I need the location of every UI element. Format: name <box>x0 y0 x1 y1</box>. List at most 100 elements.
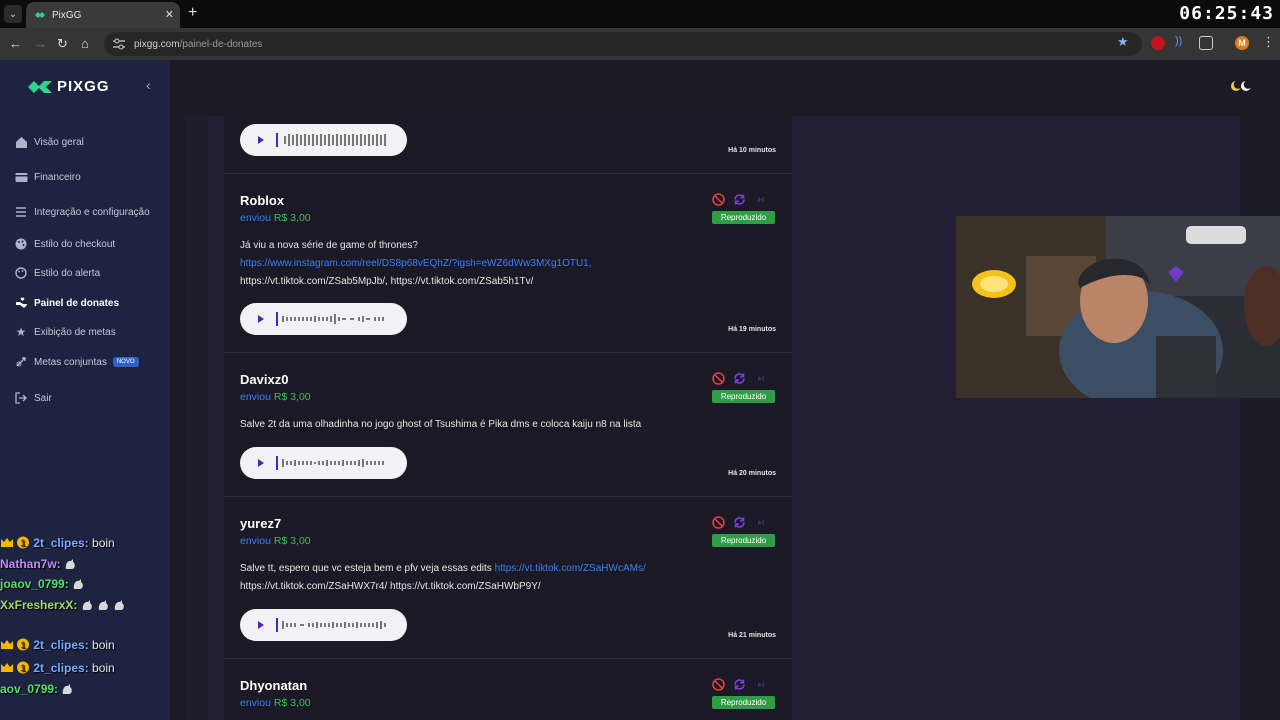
sidebar-item-financeiro[interactable]: Financeiro <box>14 170 81 184</box>
address-bar[interactable]: pixgg.com/painel-de-donates <box>104 32 1142 56</box>
home-icon[interactable]: ⌂ <box>81 36 89 51</box>
audio-player[interactable] <box>240 447 407 479</box>
replay-icon[interactable] <box>733 678 746 691</box>
new-tab-button[interactable]: + <box>188 4 197 22</box>
message-text: Salve tt, espero que vc esteja bem e pfv… <box>240 563 495 574</box>
target-icon <box>14 355 28 369</box>
sidebar-item-label: Estilo do alerta <box>34 267 101 279</box>
theme-toggle-icon[interactable] <box>1230 80 1252 92</box>
donation-actions <box>712 193 767 206</box>
profile-avatar[interactable]: M <box>1235 36 1249 50</box>
sidebar-item-integracao[interactable]: Integração e configuração <box>14 205 150 219</box>
browser-tab[interactable]: PixGG ✕ <box>26 2 180 28</box>
block-icon[interactable] <box>712 516 725 529</box>
donation-actions <box>712 516 767 529</box>
sidebar-item-label: Exibição de metas <box>34 326 116 338</box>
play-icon[interactable] <box>258 459 264 467</box>
donation-amount: R$ 3,00 <box>273 212 311 224</box>
reload-icon[interactable]: ↻ <box>57 36 68 52</box>
extension-wave-icon[interactable]: )) <box>1175 35 1189 49</box>
sidebar-item-estilo-alerta[interactable]: Estilo do alerta <box>14 266 100 280</box>
status-badge: Reproduzido <box>712 211 775 224</box>
donation-amount: R$ 3,00 <box>273 391 311 403</box>
skip-icon[interactable] <box>754 516 767 529</box>
donation-amount-line: enviou R$ 3,00 <box>240 697 311 709</box>
audio-player[interactable] <box>240 124 407 156</box>
donor-name: Dhyonatan <box>240 678 308 693</box>
cat-emote-icon <box>73 579 83 589</box>
browser-menu-icon[interactable]: ⋮ <box>1262 34 1275 50</box>
skip-icon[interactable] <box>754 372 767 385</box>
replay-icon[interactable] <box>733 193 746 206</box>
sidebar-item-label: Visão geral <box>34 136 84 148</box>
chat-line: XxFresherxX: <box>0 598 126 612</box>
replay-icon[interactable] <box>733 516 746 529</box>
brand-name: PIXGG <box>57 78 110 95</box>
donation-card: Há 10 minutos <box>224 116 792 174</box>
skip-icon[interactable] <box>754 193 767 206</box>
forward-icon[interactable]: → <box>34 36 47 51</box>
audio-waveform[interactable] <box>276 133 388 147</box>
sidebar-item-label: Painel de donates <box>34 297 120 309</box>
donation-card: Roblox enviou R$ 3,00 Reproduzido Já viu… <box>224 174 792 353</box>
donation-card: yurez7 enviou R$ 3,00 Reproduzido Salve … <box>224 497 792 659</box>
chat-badges-icon: 1 <box>1 536 29 549</box>
audio-player[interactable] <box>240 303 407 335</box>
skip-icon[interactable] <box>754 678 767 691</box>
sidebar-item-estilo-checkout[interactable]: Estilo do checkout <box>14 237 115 251</box>
donation-time: Há 10 minutos <box>728 147 776 154</box>
close-tab-icon[interactable]: ✕ <box>165 8 174 21</box>
url-host: pixgg.com <box>134 38 180 50</box>
settings-list-icon <box>14 205 28 219</box>
message-line: Salve tt, espero que vc esteja bem e pfv… <box>240 560 760 578</box>
status-badge: Reproduzido <box>712 696 775 709</box>
collapse-sidebar-icon[interactable]: ‹ <box>146 77 151 93</box>
donor-name: yurez7 <box>240 516 282 531</box>
audio-player[interactable] <box>240 609 407 641</box>
svg-text:1: 1 <box>20 538 25 548</box>
webcam-image <box>956 216 1280 398</box>
sidebar-item-exibicao-metas[interactable]: ★ Exibição de metas <box>14 325 116 339</box>
block-icon[interactable] <box>712 372 725 385</box>
tab-search-button[interactable]: ⌄ <box>4 5 22 23</box>
bookmark-star-icon[interactable]: ★ <box>1117 34 1129 50</box>
donation-actions <box>712 678 767 691</box>
sent-label: enviou <box>240 391 271 403</box>
donation-actions <box>712 372 767 385</box>
extensions-puzzle-icon[interactable] <box>1199 36 1213 50</box>
pixgg-logo[interactable]: PIXGG <box>27 78 110 95</box>
block-icon[interactable] <box>712 678 725 691</box>
site-info-icon[interactable] <box>112 38 126 50</box>
donation-message: Salve tt, espero que vc esteja bem e pfv… <box>240 560 760 596</box>
sent-label: enviou <box>240 212 271 224</box>
play-icon[interactable] <box>258 621 264 629</box>
chat-user: aov_0799: <box>0 682 59 696</box>
sidebar-item-metas-conjuntas[interactable]: Metas conjuntas NOVO <box>14 355 139 369</box>
block-icon[interactable] <box>712 193 725 206</box>
donation-card: Dhyonatan enviou R$ 3,00 Reproduzido <box>224 659 792 720</box>
sidebar-item-label: Estilo do checkout <box>34 238 116 250</box>
browser-tabbar: ⌄ PixGG ✕ + 06:25:43 <box>0 0 1280 28</box>
extension-record-icon[interactable] <box>1151 36 1165 50</box>
sidebar-item-sair[interactable]: Sair <box>14 391 52 405</box>
donation-list[interactable]: Há 10 minutos Roblox enviou R$ 3,00 Repr… <box>224 116 792 720</box>
chat-message: boin <box>92 661 115 675</box>
cat-emote-icon <box>98 600 108 610</box>
audio-waveform[interactable] <box>276 312 388 326</box>
chat-line: 1 2t_clipes: boin <box>0 661 115 675</box>
chat-user: 2t_clipes: <box>33 638 89 652</box>
replay-icon[interactable] <box>733 372 746 385</box>
sidebar-item-label: Sair <box>34 392 52 404</box>
message-link[interactable]: https://www.instagram.com/reel/DS8p68vEQ… <box>240 258 592 269</box>
play-icon[interactable] <box>258 136 264 144</box>
audio-waveform[interactable] <box>276 456 388 470</box>
back-icon[interactable]: ← <box>9 36 22 51</box>
sidebar-item-painel-donates[interactable]: Painel de donates <box>14 296 119 310</box>
donation-card: Davixz0 enviou R$ 3,00 Reproduzido Salve… <box>224 353 792 497</box>
sidebar-item-visao-geral[interactable]: Visão geral <box>14 135 84 149</box>
chat-user: 2t_clipes: <box>33 536 89 550</box>
message-link[interactable]: https://vt.tiktok.com/ZSaHWcAMs/ <box>495 563 646 574</box>
play-icon[interactable] <box>258 315 264 323</box>
pixgg-favicon-icon <box>35 12 45 18</box>
audio-waveform[interactable] <box>276 618 388 632</box>
